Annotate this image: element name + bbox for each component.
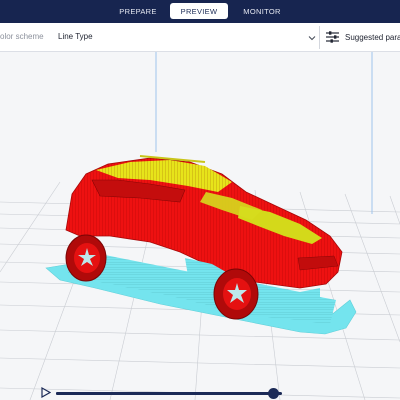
toolbar-divider — [319, 26, 320, 49]
suggested-parameters-label: Suggested param — [345, 33, 400, 42]
suggested-parameters-button[interactable]: Suggested param — [324, 27, 400, 48]
top-navigation-bar: PREPARE PREVIEW MONITOR — [0, 0, 400, 23]
play-icon[interactable] — [40, 387, 51, 398]
color-scheme-value: Line Type — [58, 32, 93, 41]
3d-preview-viewport[interactable] — [0, 52, 400, 400]
build-plate-scene — [0, 52, 400, 400]
layer-simulation-slider[interactable] — [56, 388, 292, 399]
front-wheel — [213, 268, 259, 320]
slider-fill — [56, 392, 273, 395]
tab-preview[interactable]: PREVIEW — [170, 3, 228, 19]
color-scheme-dropdown[interactable]: Line Type — [55, 27, 318, 48]
tab-prepare[interactable]: PREPARE — [112, 3, 164, 19]
chevron-down-icon — [308, 36, 316, 41]
sliders-icon — [326, 31, 339, 43]
slider-handle[interactable] — [268, 388, 279, 399]
rear-wheel — [65, 234, 107, 282]
view-toolbar: olor scheme Line Type Suggested param — [0, 23, 400, 52]
tab-monitor[interactable]: MONITOR — [236, 3, 288, 19]
color-scheme-label: olor scheme — [0, 32, 44, 41]
